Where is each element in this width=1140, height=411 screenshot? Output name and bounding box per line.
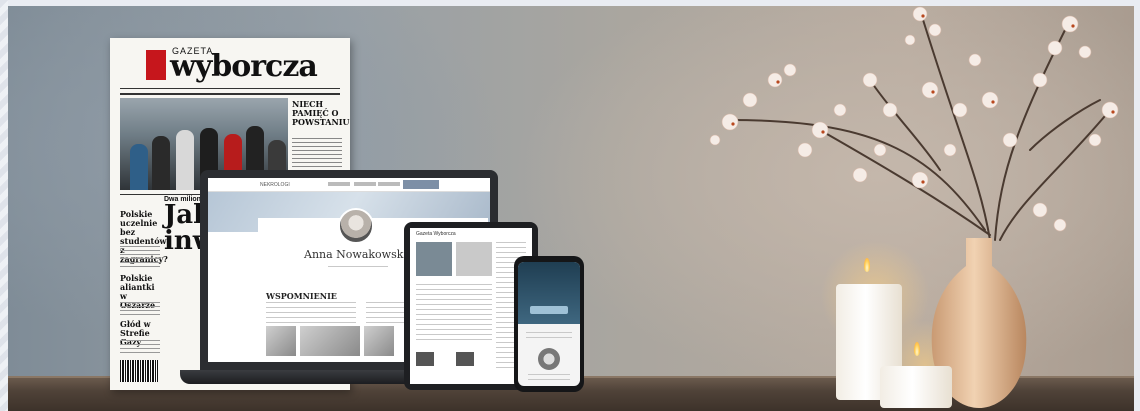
phone-avatar xyxy=(538,348,560,370)
phone-button xyxy=(530,306,568,314)
site-navbar: NEKROLOGI xyxy=(208,178,490,192)
phone-caption-lines xyxy=(528,374,570,382)
photo-thumb-2 xyxy=(300,326,360,356)
tablet-card-1 xyxy=(416,242,452,276)
profile-avatar xyxy=(338,208,374,244)
masthead-title: wyborcza xyxy=(170,49,318,84)
photo-thumb-1 xyxy=(266,326,296,356)
person-name: Anna Nowakowska xyxy=(304,248,410,261)
body-text-left xyxy=(266,302,356,324)
barcode xyxy=(120,360,158,382)
phone-hero xyxy=(518,262,580,324)
masthead-rule xyxy=(120,88,340,89)
column-text-2 xyxy=(120,302,160,316)
masthead-red-square xyxy=(146,50,166,80)
column-text-3 xyxy=(120,340,160,354)
cherry-blossom-branches xyxy=(709,6,1119,241)
site-logo: NEKROLOGI xyxy=(260,182,290,188)
meta-line xyxy=(328,266,388,270)
short-candle-flame xyxy=(914,342,920,356)
phone-text-lines xyxy=(526,332,572,342)
tablet-card-2 xyxy=(456,242,492,276)
column-text-1 xyxy=(120,246,160,270)
phone-screen xyxy=(518,262,580,386)
tall-candle-flame xyxy=(864,258,870,272)
photo-scene: GAZETA wyborcza NIECH PAMIĘĆ O POWSTANIU… xyxy=(0,0,1140,411)
side-headline: NIECH PAMIĘĆ O POWSTANIU xyxy=(292,99,350,127)
short-candle xyxy=(880,366,952,408)
tablet-thumb-2 xyxy=(456,352,474,366)
smartphone xyxy=(514,256,584,392)
tablet-header: Gazeta Wyborcza xyxy=(416,231,456,237)
tablet-thumb-1 xyxy=(416,352,434,366)
tablet-list-lines xyxy=(416,284,492,344)
photo-thumb-3 xyxy=(364,326,394,356)
section-title: WSPOMNIENIE xyxy=(266,291,337,301)
nav-button xyxy=(403,180,439,189)
masthead-rule-2 xyxy=(120,93,340,95)
page-edge-strip xyxy=(0,0,8,411)
